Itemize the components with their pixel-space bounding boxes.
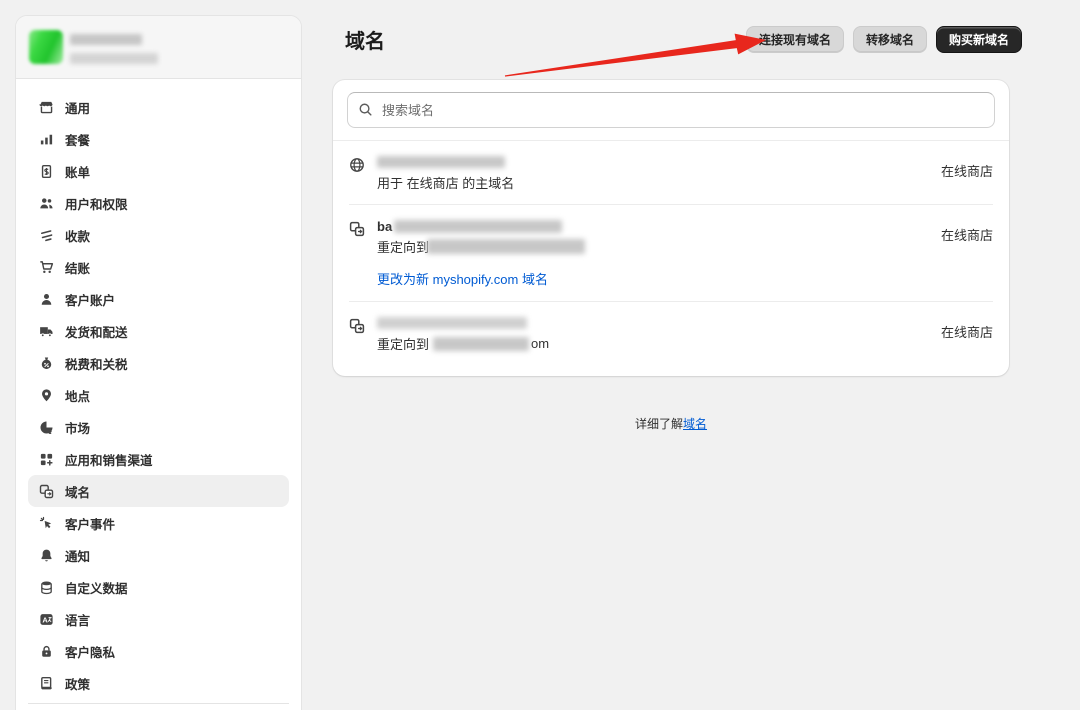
learn-more-text: 详细了解: [635, 417, 683, 431]
sidebar-item-label: 语言: [65, 610, 90, 629]
sidebar-item-languages[interactable]: A 语言: [28, 603, 289, 635]
redirect-target-suffix: om: [531, 336, 549, 351]
domain-row-primary[interactable]: 用于 在线商店 的主域名 在线商店: [333, 141, 1009, 204]
privacy-lock-icon: [39, 644, 54, 659]
sidebar-item-markets[interactable]: 市场: [28, 411, 289, 443]
sidebar-item-label: 结账: [65, 258, 90, 277]
domain-redirect-icon: [349, 221, 365, 237]
users-icon: [39, 196, 54, 211]
learn-more-footer: 详细了解域名: [333, 415, 1009, 432]
sidebar-bottom-divider: [28, 703, 289, 704]
customer-events-icon: [39, 516, 54, 531]
sidebar-item-customer-accounts[interactable]: 客户账户: [28, 283, 289, 315]
customer-accounts-icon: [39, 292, 54, 307]
sidebar-item-billing[interactable]: 账单: [28, 155, 289, 187]
sidebar-item-label: 客户事件: [65, 514, 115, 533]
billing-icon: [39, 164, 54, 179]
redirect-label: 重定向到: [377, 237, 429, 256]
sidebar-item-shipping-delivery[interactable]: 发货和配送: [28, 315, 289, 347]
redirect-target-redacted: [433, 337, 529, 351]
domain-subtitle: 用于 在线商店 的主域名: [377, 174, 514, 191]
sidebar-item-label: 自定义数据: [65, 578, 128, 597]
sidebar-item-label: 发货和配送: [65, 322, 128, 341]
sidebar-item-label: 政策: [65, 674, 90, 693]
search-domains-input[interactable]: [347, 92, 995, 128]
svg-text:A: A: [42, 615, 48, 624]
store-url-redacted: [70, 53, 158, 64]
sidebar-item-label: 应用和销售渠道: [65, 450, 153, 469]
channel-label: 在线商店: [941, 225, 993, 244]
sidebar-item-taxes-duties[interactable]: 税费和关税: [28, 347, 289, 379]
sidebar-item-domains[interactable]: 域名: [28, 475, 289, 507]
shipping-icon: [39, 324, 54, 339]
connect-existing-domain-button[interactable]: 连接现有域名: [746, 26, 844, 53]
apps-icon: [39, 452, 54, 467]
sidebar-item-label: 客户账户: [65, 290, 115, 309]
store-icon: [39, 100, 54, 115]
sidebar-item-apps-sales-channels[interactable]: 应用和销售渠道: [28, 443, 289, 475]
settings-menu: 通用 套餐 账单 用户和权限 收款 结账 客户账户 发货和配送: [16, 79, 301, 704]
sidebar-item-label: 市场: [65, 418, 90, 437]
buy-new-domain-button[interactable]: 购买新域名: [936, 26, 1022, 53]
languages-icon: A: [39, 612, 54, 627]
markets-icon: [39, 420, 54, 435]
sidebar-item-label: 通知: [65, 546, 90, 565]
domain-redirect-icon: [349, 318, 365, 334]
domain-name-redacted: [377, 317, 527, 329]
taxes-icon: [39, 356, 54, 371]
redirect-target-redacted: [427, 239, 585, 254]
change-myshopify-domain-link[interactable]: 更改为新 myshopify.com 域名: [377, 269, 585, 288]
settings-sidebar: 通用 套餐 账单 用户和权限 收款 结账 客户账户 发货和配送: [15, 15, 302, 710]
redirect-label: 重定向到: [377, 334, 429, 353]
sidebar-item-label: 套餐: [65, 130, 90, 149]
policies-icon: [39, 676, 54, 691]
sidebar-item-general[interactable]: 通用: [28, 91, 289, 123]
sidebar-item-label: 客户隐私: [65, 642, 115, 661]
notifications-icon: [39, 548, 54, 563]
transfer-domain-button[interactable]: 转移域名: [853, 26, 927, 53]
search-icon: [358, 102, 373, 117]
sidebar-item-plan[interactable]: 套餐: [28, 123, 289, 155]
sidebar-item-payments[interactable]: 收款: [28, 219, 289, 251]
sidebar-item-label: 收款: [65, 226, 90, 245]
sidebar-item-checkout[interactable]: 结账: [28, 251, 289, 283]
header-actions: 连接现有域名 转移域名 购买新域名: [746, 26, 1022, 53]
globe-icon: [349, 157, 365, 173]
domain-row-redirect-2[interactable]: 重定向到 om 在线商店: [333, 302, 1009, 376]
domain-name-redacted: [377, 156, 505, 168]
channel-label: 在线商店: [941, 322, 993, 341]
sidebar-item-label: 域名: [65, 482, 90, 501]
domain-row-redirect-1[interactable]: ba 重定向到 更改为新 myshopify.com 域名 在线商店: [333, 205, 1009, 301]
sidebar-item-label: 地点: [65, 386, 90, 405]
store-logo-redacted: [29, 30, 63, 64]
sidebar-item-users-permissions[interactable]: 用户和权限: [28, 187, 289, 219]
sidebar-item-customer-privacy[interactable]: 客户隐私: [28, 635, 289, 667]
sidebar-item-label: 通用: [65, 98, 90, 117]
domains-icon: [39, 484, 54, 499]
locations-icon: [39, 388, 54, 403]
plan-icon: [39, 132, 54, 147]
sidebar-item-policies[interactable]: 政策: [28, 667, 289, 699]
store-header: [16, 16, 301, 79]
page-title: 域名: [345, 25, 385, 54]
domain-search: [347, 92, 995, 128]
sidebar-item-locations[interactable]: 地点: [28, 379, 289, 411]
payments-icon: [39, 228, 54, 243]
store-name-redacted: [70, 34, 142, 45]
domains-card: 用于 在线商店 的主域名 在线商店 ba 重定向到 更改为新 myshopify…: [333, 80, 1009, 376]
sidebar-item-label: 用户和权限: [65, 194, 128, 213]
sidebar-item-label: 账单: [65, 162, 90, 181]
sidebar-item-notifications[interactable]: 通知: [28, 539, 289, 571]
channel-label: 在线商店: [941, 161, 993, 180]
checkout-icon: [39, 260, 54, 275]
sidebar-item-customer-events[interactable]: 客户事件: [28, 507, 289, 539]
domain-name-redacted: [394, 220, 562, 233]
domain-name-visible: ba: [377, 219, 392, 234]
sidebar-item-label: 税费和关税: [65, 354, 128, 373]
learn-more-domains-link[interactable]: 域名: [683, 417, 707, 431]
sidebar-item-custom-data[interactable]: 自定义数据: [28, 571, 289, 603]
custom-data-icon: [39, 580, 54, 595]
